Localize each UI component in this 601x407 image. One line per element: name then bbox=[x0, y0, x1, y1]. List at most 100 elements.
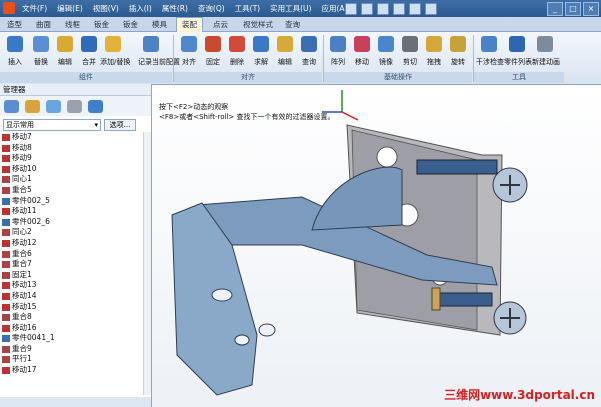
drag-icon bbox=[426, 36, 442, 52]
move-constraint-icon bbox=[2, 292, 10, 300]
tab-visual-style[interactable]: 视觉样式 bbox=[238, 18, 278, 31]
fix-button[interactable]: 固定 bbox=[200, 36, 226, 67]
new-icon[interactable] bbox=[345, 2, 357, 15]
align-icon bbox=[181, 36, 197, 52]
menu-edit[interactable]: 编辑(E) bbox=[53, 3, 87, 14]
tree-item[interactable]: 移动9 bbox=[0, 153, 143, 164]
interference-check-button[interactable]: 干涉检查 bbox=[476, 36, 504, 67]
concentric-icon bbox=[2, 229, 10, 237]
menu-file[interactable]: 文件(F) bbox=[18, 3, 51, 14]
history-icon[interactable] bbox=[4, 99, 19, 113]
array-icon bbox=[330, 36, 346, 52]
tree-item[interactable]: 移动7 bbox=[0, 132, 143, 143]
delete-button[interactable]: 删除 bbox=[224, 36, 250, 67]
tree-item[interactable]: 同心2 bbox=[0, 227, 143, 238]
tree-item[interactable]: 重合5 bbox=[0, 185, 143, 196]
panel-bottom-tabs[interactable] bbox=[0, 397, 151, 407]
options-icon[interactable] bbox=[425, 2, 437, 15]
tree-item[interactable]: 移动15 bbox=[0, 302, 143, 313]
cut-icon bbox=[402, 36, 418, 52]
tab-pointcloud[interactable]: 点云 bbox=[208, 18, 233, 31]
filter-select[interactable]: 显示常用 bbox=[3, 119, 101, 131]
tree-item[interactable]: 平行1 bbox=[0, 354, 143, 365]
parts-list-button[interactable]: 零件列表 bbox=[504, 36, 532, 67]
move-constraint-icon bbox=[2, 367, 10, 375]
align-button[interactable]: 对齐 bbox=[176, 36, 202, 67]
move-constraint-icon bbox=[2, 208, 10, 216]
tree-item[interactable]: 移动13 bbox=[0, 280, 143, 291]
menu-properties[interactable]: 属性(R) bbox=[158, 3, 192, 14]
move-constraint-icon bbox=[2, 303, 10, 311]
solve-button[interactable]: 求解 bbox=[248, 36, 274, 67]
menu-insert[interactable]: 插入(I) bbox=[125, 3, 156, 14]
tab-assembly[interactable]: 装配 bbox=[176, 17, 203, 32]
tree-item[interactable]: 移动11 bbox=[0, 206, 143, 217]
tab-sheetmetal[interactable]: 钣金 bbox=[118, 18, 143, 31]
tree-item[interactable]: 移动17 bbox=[0, 365, 143, 376]
minimize-icon[interactable]: _ bbox=[547, 2, 563, 16]
tab-modeling[interactable]: 造型 bbox=[2, 18, 27, 31]
tab-mold[interactable]: 模具 bbox=[147, 18, 172, 31]
tree-scrollbar[interactable] bbox=[143, 132, 151, 395]
tree-item[interactable]: 零件0041_1 bbox=[0, 333, 143, 344]
tab-sheet[interactable]: 钣金 bbox=[89, 18, 114, 31]
animation-icon bbox=[537, 36, 553, 52]
drag-button[interactable]: 拖拽 bbox=[421, 36, 447, 67]
tree-item[interactable]: 移动16 bbox=[0, 323, 143, 334]
tree-item[interactable]: 零件002_5 bbox=[0, 196, 143, 207]
cam-shoulder[interactable] bbox=[311, 166, 403, 231]
layers-icon[interactable] bbox=[46, 99, 61, 113]
merge-button[interactable]: 合并 bbox=[76, 36, 102, 67]
maximize-icon[interactable]: □ bbox=[565, 2, 581, 16]
array-button[interactable]: 阵列 bbox=[325, 36, 351, 67]
redo-icon[interactable] bbox=[409, 2, 421, 15]
view-icon[interactable] bbox=[67, 99, 82, 113]
undo-icon[interactable] bbox=[393, 2, 405, 15]
assembly-icon[interactable] bbox=[25, 99, 40, 113]
mirror-button[interactable]: 镜像 bbox=[373, 36, 399, 67]
watermark: 三维网www.3dportal.cn bbox=[444, 388, 595, 402]
hole bbox=[234, 334, 250, 346]
move-constraint-icon bbox=[2, 239, 10, 247]
menu-query[interactable]: 查询(Q) bbox=[194, 3, 229, 14]
save-icon[interactable] bbox=[377, 2, 389, 15]
menu-view[interactable]: 视图(V) bbox=[89, 3, 123, 14]
tree-item[interactable]: 移动8 bbox=[0, 143, 143, 154]
app-logo-icon[interactable] bbox=[3, 2, 15, 14]
tree-item[interactable]: 重合9 bbox=[0, 344, 143, 355]
group-label-basic-ops: 基础操作 bbox=[324, 72, 472, 83]
add-replace-button[interactable]: 添加/替换 bbox=[100, 36, 130, 67]
new-animation-button[interactable]: 新建动画 bbox=[532, 36, 560, 67]
record-config-button[interactable]: 记录当前配置 bbox=[138, 36, 180, 67]
tree-item[interactable]: 移动14 bbox=[0, 291, 143, 302]
coincident-icon bbox=[2, 261, 10, 269]
3d-viewport[interactable]: 按下<F2>动态的观察 <F8>或者<Shift-roll> 查找下一个有效的过… bbox=[152, 85, 601, 407]
close-icon[interactable]: × bbox=[583, 2, 599, 16]
tree-item[interactable]: 重合6 bbox=[0, 249, 143, 260]
open-icon[interactable] bbox=[361, 2, 373, 15]
move-button[interactable]: 移动 bbox=[349, 36, 375, 67]
tree-item[interactable]: 固定1 bbox=[0, 270, 143, 281]
tab-inquiry[interactable]: 查询 bbox=[280, 18, 305, 31]
tree-item[interactable]: 重合7 bbox=[0, 259, 143, 270]
tree-item[interactable]: 同心1 bbox=[0, 174, 143, 185]
query-button[interactable]: 查询 bbox=[296, 36, 322, 67]
options-button[interactable]: 选项... bbox=[104, 119, 136, 131]
insert-icon bbox=[7, 36, 23, 52]
replace-button[interactable]: 替换 bbox=[28, 36, 54, 67]
menu-utilities[interactable]: 实用工具(U) bbox=[266, 3, 315, 14]
tree-item[interactable]: 移动10 bbox=[0, 164, 143, 175]
edit-component-button[interactable]: 编辑 bbox=[52, 36, 78, 67]
tree-item[interactable]: 零件002_6 bbox=[0, 217, 143, 228]
group-label-tools: 工具 bbox=[474, 72, 564, 83]
rotate-button[interactable]: 旋转 bbox=[445, 36, 471, 67]
cut-button[interactable]: 剪切 bbox=[397, 36, 423, 67]
tree-item[interactable]: 移动12 bbox=[0, 238, 143, 249]
insert-button[interactable]: 插入 bbox=[2, 36, 28, 67]
tab-wireframe[interactable]: 线框 bbox=[60, 18, 85, 31]
sphere-icon[interactable] bbox=[88, 99, 103, 113]
tab-surface[interactable]: 曲面 bbox=[31, 18, 56, 31]
menu-tools[interactable]: 工具(T) bbox=[231, 3, 264, 14]
tree-item[interactable]: 重合8 bbox=[0, 312, 143, 323]
edit-constraint-button[interactable]: 编辑 bbox=[272, 36, 298, 67]
